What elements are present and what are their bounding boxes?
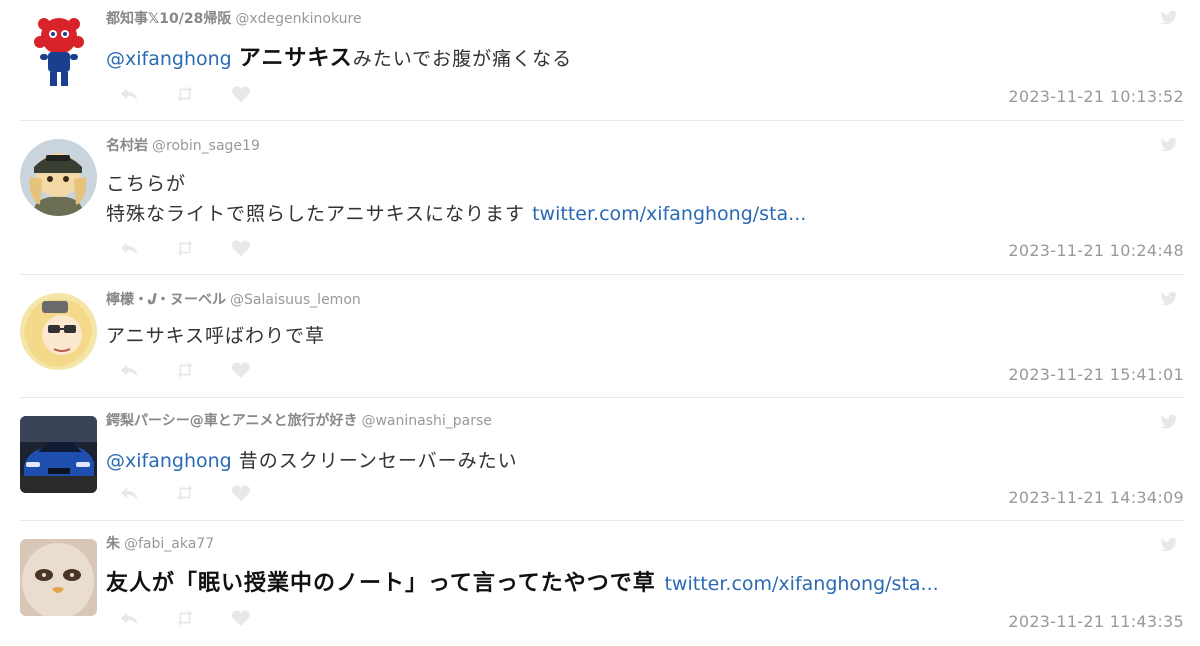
avatar[interactable] [20,139,97,216]
tweet-actions [118,359,252,381]
timestamp[interactable]: 2023-11-21 11:43:35 [1008,612,1184,631]
author-name[interactable]: 檸檬・𝑱・ヌーベル [106,292,226,308]
timestamp[interactable]: 2023-11-21 15:41:01 [1008,365,1184,384]
like-icon[interactable] [230,359,252,381]
body-text: 昔のスクリーンセーバーみたい [238,450,518,472]
tweet-text: @xifanghong アニサキスみたいでお腹が痛くなる [106,44,1124,74]
mention-link[interactable]: @xifanghong [106,48,232,70]
reply-icon[interactable] [118,359,140,381]
body-text: アニサキス呼ばわりで草 [106,325,326,347]
tweet-2: 名村岩 @robin_sage19 こちらが 特殊なライトで照らしたアニサキスにな… [20,121,1184,275]
character-avatar-image [20,139,97,216]
avatar[interactable] [20,293,97,370]
author-name[interactable]: 都知事𝕏10/28帰阪 [106,11,231,27]
reply-icon[interactable] [118,83,140,105]
author-handle[interactable]: @fabi_aka77 [124,536,214,552]
twitter-bird-icon[interactable] [1160,291,1178,307]
tweet-link[interactable]: twitter.com/xifanghong/sta... [532,203,806,225]
timestamp[interactable]: 2023-11-21 14:34:09 [1008,488,1184,507]
tweet-header: 檸檬・𝑱・ヌーベル @Salaisuus_lemon [106,291,361,309]
reply-icon[interactable] [118,482,140,504]
retweet-icon[interactable] [174,482,196,504]
author-name[interactable]: 名村岩 [106,138,148,154]
avatar[interactable] [20,539,97,616]
author-handle[interactable]: @robin_sage19 [152,138,260,154]
author-name[interactable]: 朱 [106,536,120,552]
tweet-header: 都知事𝕏10/28帰阪 @xdegenkinokure [106,10,362,28]
author-handle[interactable]: @Salaisuus_lemon [230,292,361,308]
tweet-text: アニサキス呼ばわりで草 [106,321,1124,351]
timestamp[interactable]: 2023-11-21 10:13:52 [1008,87,1184,106]
character-avatar-image [20,293,97,370]
avatar[interactable] [28,12,90,90]
tweet-feed: 都知事𝕏10/28帰阪 @xdegenkinokure @xifanghong ア… [0,0,1200,646]
tweet-header: 朱 @fabi_aka77 [106,535,214,553]
body-text-line-1: こちらが [106,173,187,195]
twitter-bird-icon[interactable] [1160,137,1178,153]
body-text: 友人が「眠い授業中のノート」って言ってたやつで草 [106,571,656,596]
tweet-header: 名村岩 @robin_sage19 [106,137,260,155]
twitter-bird-icon[interactable] [1160,10,1178,26]
author-name[interactable]: 鍔梨パーシー@車とアニメと旅行が好き [106,413,357,429]
like-icon[interactable] [230,607,252,629]
author-handle[interactable]: @waninashi_parse [361,413,491,429]
tweet-3: 檸檬・𝑱・ヌーベル @Salaisuus_lemon アニサキス呼ばわりで草 20… [20,275,1184,398]
emphasis-text: アニサキス [238,46,353,71]
car-avatar-image [20,416,97,493]
doll-avatar-image [20,539,97,616]
retweet-icon[interactable] [174,607,196,629]
tweet-text: 友人が「眠い授業中のノート」って言ってたやつで草 twitter.com/xif… [106,569,1124,599]
tweet-text: こちらが 特殊なライトで照らしたアニサキスになります twitter.com/x… [106,169,1124,229]
twitter-bird-icon[interactable] [1160,537,1178,553]
like-icon[interactable] [230,83,252,105]
tweet-text: @xifanghong 昔のスクリーンセーバーみたい [106,446,1124,476]
timestamp[interactable]: 2023-11-21 10:24:48 [1008,241,1184,260]
retweet-icon[interactable] [174,237,196,259]
tweet-1: 都知事𝕏10/28帰阪 @xdegenkinokure @xifanghong ア… [20,0,1184,121]
author-handle[interactable]: @xdegenkinokure [235,11,361,27]
body-text-line-2: 特殊なライトで照らしたアニサキスになります [106,203,526,225]
body-text: みたいでお腹が痛くなる [352,48,573,70]
like-icon[interactable] [230,482,252,504]
tweet-4: 鍔梨パーシー@車とアニメと旅行が好き @waninashi_parse @xifa… [20,398,1184,521]
retweet-icon[interactable] [174,83,196,105]
tweet-header: 鍔梨パーシー@車とアニメと旅行が好き @waninashi_parse [106,412,492,430]
tweet-actions [118,607,252,629]
retweet-icon[interactable] [174,359,196,381]
tweet-5: 朱 @fabi_aka77 友人が「眠い授業中のノート」って言ってたやつで草 tw… [20,521,1184,646]
reply-icon[interactable] [118,607,140,629]
like-icon[interactable] [230,237,252,259]
avatar[interactable] [20,416,97,493]
twitter-bird-icon[interactable] [1160,414,1178,430]
tweet-link[interactable]: twitter.com/xifanghong/sta... [664,573,938,595]
tweet-actions [118,83,252,105]
tweet-actions [118,482,252,504]
tweet-actions [118,237,252,259]
mention-link[interactable]: @xifanghong [106,450,232,472]
mascot-avatar-image [28,12,90,90]
reply-icon[interactable] [118,237,140,259]
